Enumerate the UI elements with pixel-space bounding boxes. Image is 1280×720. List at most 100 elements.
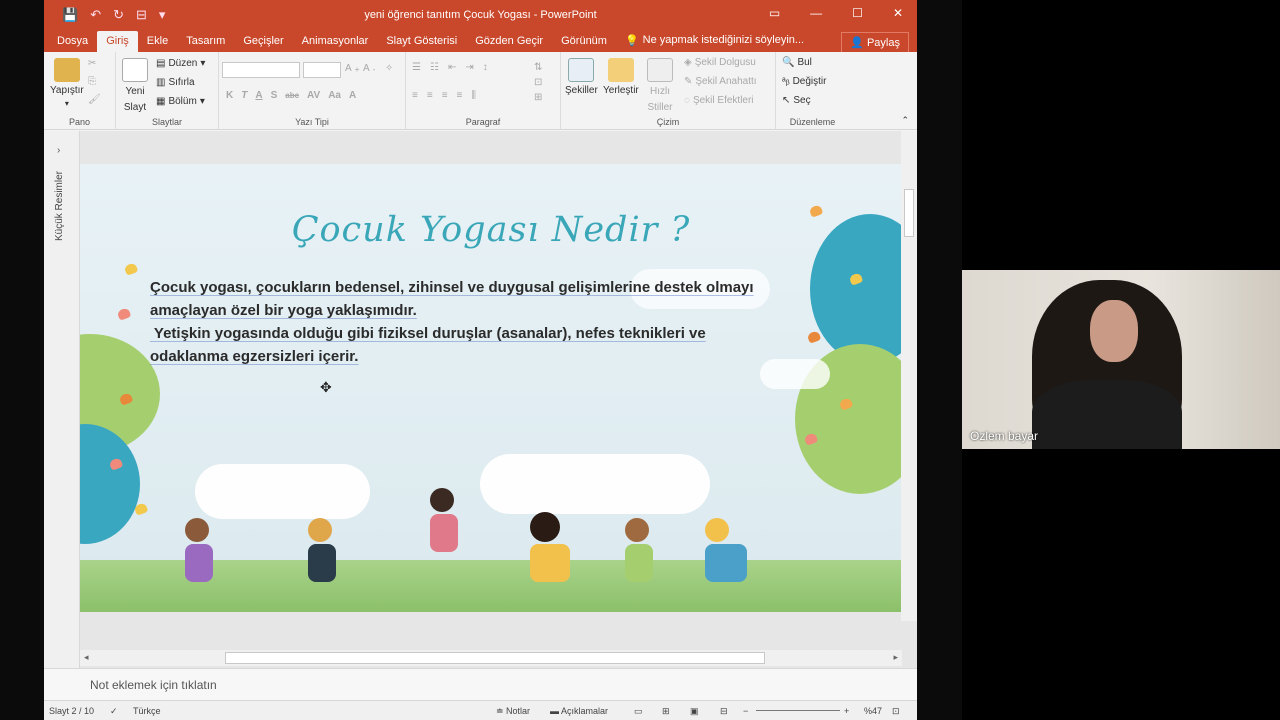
body-line: Yetişkin yogasında olduğu gibi fiziksel … [150,325,706,342]
shadow-button[interactable]: S [271,90,278,101]
participant-face [1090,300,1138,362]
comments-toggle[interactable]: ▬ Açıklamalar [550,706,608,716]
group-pano: Yapıştır ▾ ✂ ⎘ 🖌 Pano [44,52,116,130]
format-painter-icon[interactable]: 🖌 [88,94,101,105]
group-label-slaytlar: Slaytlar [151,117,182,127]
reset-button[interactable]: ▥ Sıfırla [156,77,195,88]
tab-gorunum[interactable]: Görünüm [552,31,616,52]
move-cursor-icon: ✥ [320,379,332,395]
tab-gecisler[interactable]: Geçişler [234,31,292,52]
find-button[interactable]: 🔍 Bul [782,57,812,68]
vertical-scroll-thumb[interactable] [904,189,914,237]
new-slide-button[interactable]: Yeni Slayt [122,58,148,114]
strikethrough-button[interactable]: abc [285,91,299,100]
bullets-icon[interactable]: ☰ [412,62,421,73]
cut-icon[interactable]: ✂ [88,58,96,69]
slide-title[interactable]: Çocuk Yogası Nedir ? [80,210,902,250]
tab-slayt-gosterisi[interactable]: Slayt Gösterisi [377,31,466,52]
numbering-icon[interactable]: ☷ [430,62,439,73]
line-spacing-icon[interactable]: ↕ [483,62,488,73]
group-slaytlar: Yeni Slayt ▤ Düzen ▾ ▥ Sıfırla ▦ Bölüm ▾ Slay… [116,52,219,130]
copy-icon[interactable]: ⎘ [88,76,96,87]
decrease-indent-icon[interactable]: ⇤ [448,62,456,73]
zoom-slider[interactable] [756,710,840,711]
increase-indent-icon[interactable]: ⇥ [465,62,473,73]
tab-tasarim[interactable]: Tasarım [177,31,234,52]
ribbon-display-icon[interactable]: ▭ [769,6,780,20]
text-direction-icon[interactable]: ⇅ [534,62,542,73]
bold-button[interactable]: K [226,90,233,101]
close-icon[interactable]: ✕ [893,6,903,20]
tab-animasyonlar[interactable]: Animasyonlar [293,31,378,52]
columns-icon[interactable]: ⫼ [471,90,476,101]
tab-giris[interactable]: Giriş [97,31,138,52]
quick-styles-icon [647,58,673,82]
align-center-icon[interactable]: ≡ [427,90,433,101]
fit-to-window-icon[interactable]: ⊡ [892,706,900,717]
zoom-level[interactable]: %47 [864,706,882,716]
grow-font-icon[interactable]: A + [345,63,360,74]
language-indicator[interactable]: Türkçe [133,706,161,716]
shapes-button[interactable]: Şekiller [565,58,598,96]
slide-canvas[interactable]: Çocuk Yogası Nedir ? Çocuk yogası, çocuk… [80,164,902,612]
tab-gozden-gecir[interactable]: Gözden Geçir [466,31,552,52]
kid-illustration [625,518,653,582]
tell-me-box[interactable]: 💡 Ne yapmak istediğinizi söyleyin... [616,30,813,52]
underline-button[interactable]: A [255,90,262,101]
align-left-icon[interactable]: ≡ [412,90,418,101]
slideshow-icon[interactable]: ⊟ [720,706,728,717]
layout-button[interactable]: ▤ Düzen ▾ [156,58,205,69]
layout-icon: ▤ [156,58,166,69]
align-right-icon[interactable]: ≡ [442,90,448,101]
cloud-center [480,454,710,514]
smartart-icon[interactable]: ⊞ [534,92,542,103]
quick-styles-button[interactable]: Hızlı Stiller [647,58,673,114]
zoom-in-icon[interactable]: + [844,706,849,716]
normal-view-icon[interactable]: ▭ [634,706,643,717]
font-color-button[interactable]: A [349,90,356,101]
scroll-left-icon[interactable]: ◂ [84,652,89,663]
shape-effects-button[interactable]: ◌ Şekil Efektleri [684,95,754,106]
text-direction-buttons: ⇅ ⊡ ⊞ [534,62,542,103]
tab-dosya[interactable]: Dosya [48,31,97,52]
spellcheck-icon[interactable]: ✓ [110,706,118,717]
thumbnail-pane[interactable]: › Küçük Resimler [44,131,80,670]
horizontal-scrollbar[interactable]: ◂ ▸ [80,650,902,666]
notes-pane[interactable]: Not eklemek için tıklatın [44,668,917,701]
clear-format-icon[interactable]: ✧ [385,63,393,74]
shape-outline-button[interactable]: ✎ Şekil Anahattı [684,76,757,87]
minimize-icon[interactable]: — [810,6,822,20]
notes-toggle[interactable]: ≐ Notlar [496,706,530,717]
replace-button[interactable]: ᵃᵦ Değiştir [782,76,826,87]
paste-dropdown-icon: ▾ [64,99,69,108]
select-button[interactable]: ↖ Seç [782,95,811,106]
paste-button[interactable]: Yapıştır ▾ [50,58,84,108]
section-button[interactable]: ▦ Bölüm ▾ [156,96,205,107]
italic-button[interactable]: T [241,90,247,101]
collapse-ribbon-icon[interactable]: ⌃ [901,115,909,126]
expand-thumbnails-icon[interactable]: › [57,145,60,156]
shrink-font-icon[interactable]: A- [363,63,375,74]
shape-fill-button[interactable]: ◈ Şekil Dolgusu [684,57,756,68]
kid-illustration [430,488,458,552]
change-case-button[interactable]: Aa [328,90,341,101]
share-button[interactable]: 👤 Paylaş [841,32,909,53]
font-size-input[interactable] [303,62,341,78]
maximize-icon[interactable]: ☐ [852,6,863,20]
horizontal-scroll-thumb[interactable] [225,652,765,664]
arrange-button[interactable]: Yerleştir [603,58,639,96]
notes-placeholder: Not eklemek için tıklatın [90,678,217,692]
powerpoint-window: 💾 ↶ ↻ ⊟ ▾ yeni öğrenci tanıtım Çocuk Yog… [44,0,917,720]
vertical-scrollbar[interactable] [901,131,917,621]
slide-sorter-icon[interactable]: ⊞ [662,706,670,717]
tab-ekle[interactable]: Ekle [138,31,177,52]
slide-body-text[interactable]: Çocuk yogası, çocukların bedensel, zihin… [150,276,820,368]
justify-icon[interactable]: ≡ [457,90,463,101]
font-format-buttons: K T A S abc AV Aa A [226,90,356,101]
font-name-input[interactable] [222,62,300,78]
zoom-out-icon[interactable]: − [743,706,748,716]
reading-view-icon[interactable]: ▣ [690,706,699,717]
align-text-icon[interactable]: ⊡ [534,77,542,88]
char-spacing-button[interactable]: AV [307,90,320,101]
scroll-right-icon[interactable]: ▸ [893,652,898,663]
